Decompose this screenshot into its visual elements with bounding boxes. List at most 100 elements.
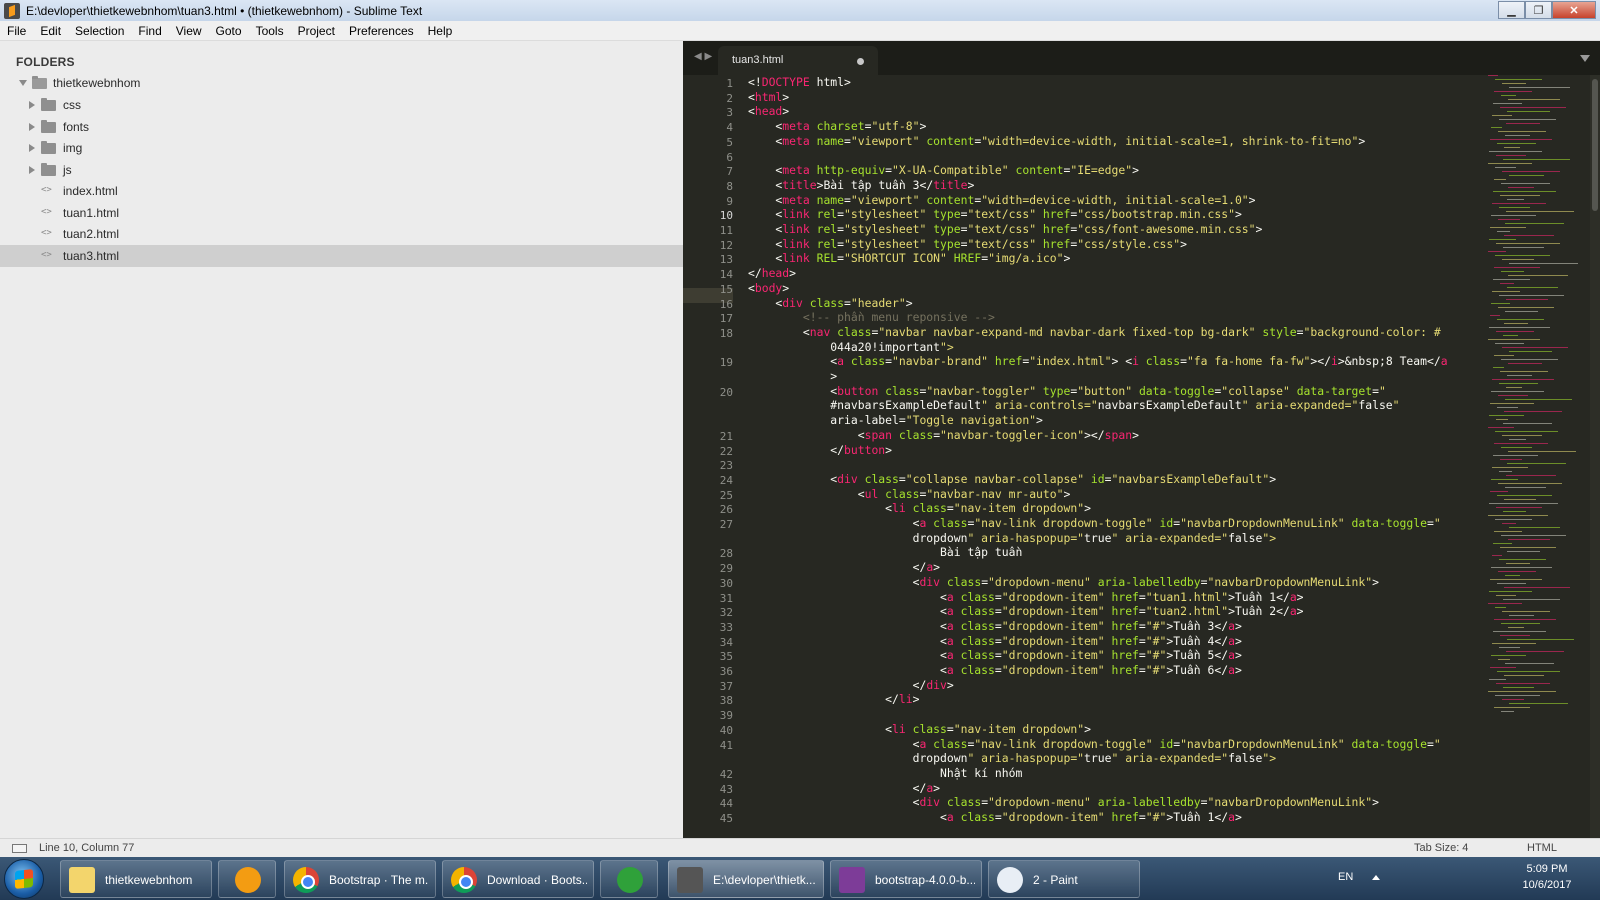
tab-menu-dropdown-icon[interactable]: [1580, 55, 1590, 62]
scrollbar-thumb[interactable]: [1592, 79, 1598, 211]
taskbar-item[interactable]: [218, 860, 276, 898]
menu-goto[interactable]: Goto: [209, 24, 249, 38]
minimap-line: [1506, 651, 1564, 652]
syntax-mode[interactable]: HTML: [1527, 842, 1557, 854]
tab-tuan3[interactable]: tuan3.html: [718, 46, 878, 75]
line-number: 11: [719, 224, 733, 237]
folder-icon: [69, 867, 95, 893]
menu-edit[interactable]: Edit: [33, 24, 68, 38]
unsaved-dot-icon[interactable]: [857, 58, 864, 65]
chrome-icon: [293, 867, 319, 893]
minimap-line: [1507, 551, 1540, 552]
minimap-line: [1496, 595, 1516, 596]
minimap-line: [1503, 511, 1526, 512]
taskbar: thietkewebnhom Bootstrap · The m... Downlo…: [0, 857, 1600, 900]
taskbar-item[interactable]: thietkewebnhom: [60, 860, 212, 898]
show-hidden-icons-icon[interactable]: [1372, 875, 1380, 880]
minimap-line: [1509, 87, 1570, 88]
tab-size[interactable]: Tab Size: 4: [1414, 842, 1468, 854]
minimap-line: [1509, 615, 1534, 616]
clock-date[interactable]: 10/6/2017: [1512, 879, 1582, 891]
minimap-line: [1498, 483, 1562, 484]
menu-find[interactable]: Find: [131, 24, 168, 38]
maximize-button[interactable]: ❐: [1525, 1, 1552, 19]
minimap-line: [1495, 519, 1532, 520]
minimap-line: [1499, 559, 1546, 560]
minimap-line: [1505, 487, 1546, 488]
minimap-line: [1504, 323, 1528, 324]
tree-folder[interactable]: img: [0, 137, 683, 159]
menu-help[interactable]: Help: [421, 24, 460, 38]
minimap-line: [1497, 143, 1536, 144]
menu-project[interactable]: Project: [291, 24, 342, 38]
code-line: <a class="dropdown-item" href="tuan1.htm…: [748, 589, 1304, 604]
minimap-line: [1496, 683, 1550, 684]
taskbar-item[interactable]: 2 - Paint: [988, 860, 1140, 898]
vertical-scrollbar[interactable]: [1590, 75, 1600, 838]
taskbar-item[interactable]: [600, 860, 658, 898]
menu-view[interactable]: View: [169, 24, 209, 38]
line-number: 29: [719, 562, 733, 576]
tree-root-folder[interactable]: thietkewebnhom: [0, 72, 683, 94]
code-line: <a class="dropdown-item" href="#">Tuần 5…: [748, 648, 1242, 663]
minimap-line: [1489, 503, 1558, 504]
taskbar-item[interactable]: bootstrap-4.0.0-b...: [830, 860, 982, 898]
minimap-line: [1502, 699, 1524, 700]
minimap-line: [1506, 387, 1522, 388]
minimap-line: [1498, 659, 1510, 660]
tree-file[interactable]: <> tuan2.html: [0, 223, 683, 245]
minimap-line: [1501, 447, 1532, 448]
expand-arrow-icon[interactable]: [29, 144, 35, 152]
panel-toggle-icon[interactable]: [12, 844, 27, 853]
tree-item-label: fonts: [63, 119, 90, 134]
line-number: 20: [719, 385, 733, 399]
status-bar: Line 10, Column 77 Tab Size: 4 HTML: [0, 838, 1600, 857]
minimap-line: [1507, 463, 1566, 464]
expand-arrow-icon[interactable]: [29, 101, 35, 109]
minimap-line: [1493, 367, 1504, 368]
minimap-line: [1497, 583, 1526, 584]
line-number: 26: [719, 503, 733, 517]
minimize-button[interactable]: ▁: [1498, 1, 1525, 19]
language-indicator[interactable]: EN: [1338, 871, 1353, 883]
minimap-line: [1490, 667, 1516, 668]
code-line: Nhật kí nhóm: [748, 765, 1023, 780]
minimap-line: [1497, 495, 1552, 496]
tab-nav-arrows-icon[interactable]: ◀ ▶: [694, 51, 712, 62]
tree-file[interactable]: <> tuan1.html: [0, 202, 683, 224]
line-number: 21: [719, 429, 733, 443]
code-line: <link REL="SHORTCUT ICON" HREF="img/a.ic…: [748, 251, 1071, 266]
expand-arrow-icon[interactable]: [29, 165, 35, 174]
menu-file[interactable]: File: [0, 24, 33, 38]
code-area[interactable]: <!DOCTYPE html> <html> <head> <meta charse…: [748, 75, 1568, 838]
line-number: 38: [719, 694, 733, 708]
line-number: 27: [719, 518, 733, 531]
menu-selection[interactable]: Selection: [68, 24, 131, 38]
clock-time[interactable]: 5:09 PM: [1512, 863, 1582, 875]
taskbar-item[interactable]: E:\devloper\thietk...: [668, 860, 824, 898]
taskbar-item[interactable]: Download · Boots...: [442, 860, 594, 898]
tree-file[interactable]: <> index.html: [0, 180, 683, 202]
code-line: </button>: [748, 442, 893, 457]
close-button[interactable]: ✕: [1552, 1, 1596, 19]
tree-folder[interactable]: js: [0, 159, 683, 181]
menu-preferences[interactable]: Preferences: [342, 24, 421, 38]
minimap-line: [1500, 195, 1540, 196]
tree-folder[interactable]: css: [0, 94, 683, 116]
minimap-line: [1489, 327, 1550, 328]
expand-arrow-icon[interactable]: [19, 80, 27, 86]
minimap-line: [1496, 507, 1542, 508]
tree-file[interactable]: <> tuan3.html: [0, 244, 683, 267]
expand-arrow-icon[interactable]: [29, 122, 35, 131]
editor-pane: ◀ ▶ tuan3.html 1 2 3 4 5 6 7 8 9 10 11 12 13 14 15 16 17…: [683, 41, 1600, 838]
line-number: 14: [719, 268, 733, 282]
taskbar-item[interactable]: Bootstrap · The m...: [284, 860, 436, 898]
start-button[interactable]: [4, 859, 44, 899]
minimap[interactable]: [1488, 75, 1586, 838]
menu-tools[interactable]: Tools: [249, 24, 291, 38]
minimap-line: [1495, 343, 1524, 344]
minimap-line: [1493, 631, 1546, 632]
tree-folder[interactable]: fonts: [0, 116, 683, 138]
minimap-line: [1499, 295, 1564, 296]
cursor-position[interactable]: Line 10, Column 77: [39, 842, 134, 854]
